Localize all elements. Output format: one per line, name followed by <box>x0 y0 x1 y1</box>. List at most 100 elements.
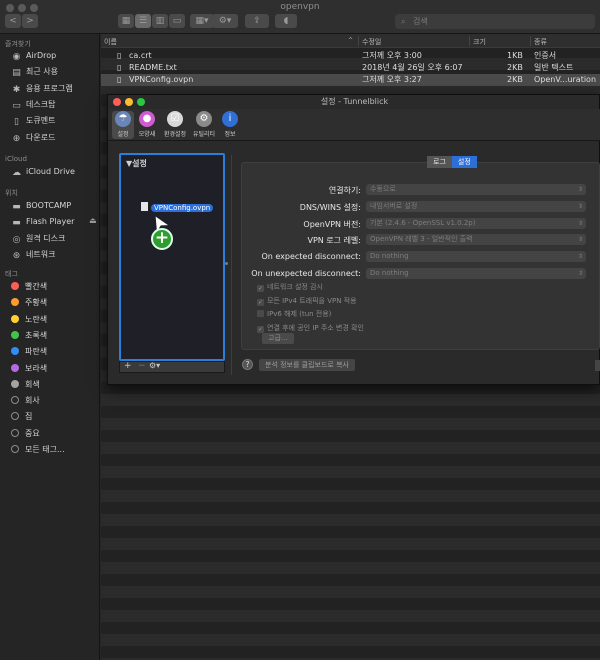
sidebar-item-label: 보라색 <box>25 363 48 373</box>
sidebar-item-location[interactable]: ⊛ 네트워크 <box>11 248 56 262</box>
sidebar-item-label: 최근 사용 <box>26 67 58 77</box>
search-field[interactable]: ⌕ 검색 <box>395 14 595 29</box>
checkmark-icon: ✓ <box>257 298 264 306</box>
file-row[interactable]: ▯ README.txt 2018년 4월 26일 오후 6:07 2KB 일반 텍스트 <box>101 62 600 74</box>
sidebar-item-location[interactable]: ▬ Flash Player <box>11 215 74 229</box>
sidebar-item-favorite[interactable]: ✱ 응용 프로그램 <box>11 82 73 96</box>
remove-configuration-button[interactable]: − <box>138 361 146 371</box>
setting-popup[interactable]: Do nothing ⇕ <box>366 251 586 263</box>
advanced-button[interactable]: 고급... <box>262 333 294 344</box>
back-button[interactable]: < <box>5 14 21 28</box>
configurations-list[interactable]: ▼설정 VPNConfig.ovpn <box>119 153 225 361</box>
dragged-config-file[interactable]: VPNConfig.ovpn <box>141 202 214 213</box>
appearance-icon: ● <box>139 111 155 127</box>
downloads-icon: ⊕ <box>12 133 21 144</box>
file-modified: 그저께 오후 3:00 <box>362 51 422 60</box>
action-button[interactable]: ⚙▾ <box>212 14 238 28</box>
sidebar-item-label: BOOTCAMP <box>26 201 72 210</box>
sidebar-item-label: iCloud Drive <box>26 167 75 176</box>
toolbar-info-button[interactable]: i 정보 <box>220 111 240 139</box>
sidebar-item-label: 중요 <box>25 428 40 438</box>
locations-header: 위치 <box>5 189 18 197</box>
setting-checkbox[interactable]: ✓ 네트워크 설정 감시 <box>257 282 323 293</box>
sidebar-item-label: 응용 프로그램 <box>26 83 73 93</box>
search-icon: ⌕ <box>401 17 406 26</box>
sidebar-item-tag[interactable]: 파란색 <box>11 345 47 359</box>
file-row[interactable]: ▯ VPNConfig.ovpn 그저께 오후 3:27 2KB OpenV...ura… <box>101 74 600 86</box>
setting-label: DNS/WINS 설정: <box>299 202 361 212</box>
sidebar-item-label: 빨간색 <box>25 282 48 291</box>
setting-popup[interactable]: 기본 (2.4.6 - OpenSSL v1.0.2p) ⇕ <box>366 217 586 229</box>
dragged-file-name: VPNConfig.ovpn <box>151 204 214 212</box>
file-row[interactable]: ▯ ca.crt 그저께 오후 3:00 1KB 인증서 <box>101 50 600 62</box>
sidebar-item-tag[interactable]: 회색 <box>11 378 40 392</box>
icon-view-button[interactable]: ▦ <box>118 14 134 28</box>
sidebar-item-tag[interactable]: 노란색 <box>11 313 47 327</box>
setting-checkbox[interactable]: ✓ 연결 후에 공인 IP 주소 변경 확인 <box>257 323 364 334</box>
network-icon: ⊛ <box>12 250 21 261</box>
checkbox-label: 네트워크 설정 감시 <box>267 283 323 291</box>
share-button[interactable]: ⇪ <box>245 14 269 28</box>
sidebar-item-favorite[interactable]: ⊕ 다운로드 <box>11 131 56 145</box>
tab-log[interactable]: 로그 <box>427 156 452 168</box>
sidebar-item-tag[interactable]: 중요 <box>11 427 40 441</box>
drive-icon: ▬ <box>12 218 21 229</box>
sidebar-item-favorite[interactable]: ▭ 데스크탑 <box>11 98 55 112</box>
tag-ring-icon <box>11 445 19 453</box>
configuration-gear-menu[interactable]: ⚙▾ <box>149 361 160 370</box>
toolbar-configurations-button[interactable]: ☂ 설정 <box>112 111 134 139</box>
setting-label: On expected disconnect: <box>261 252 361 262</box>
copy-diagnostic-info-button[interactable]: 분석 정보를 클립보드로 복사 <box>259 359 355 371</box>
sidebar-item-tag[interactable]: 모든 태그... <box>11 443 65 457</box>
setting-checkbox[interactable]: IPv6 해제 (tun 전용) <box>257 309 331 320</box>
eject-icon[interactable]: ⏏ <box>89 216 97 225</box>
column-size[interactable]: 크기 <box>473 37 486 47</box>
window-title: openvpn <box>280 2 320 12</box>
tunnelblick-title: 설정 - Tunnelblick <box>320 97 389 106</box>
sidebar-item-tag[interactable]: 주황색 <box>11 296 47 310</box>
grid-icon: ▦ <box>121 16 131 26</box>
setting-popup[interactable]: Do nothing ⇕ <box>366 268 586 279</box>
toolbar-utilities-button[interactable]: ⚙ 유틸리티 <box>190 111 218 139</box>
checkbox-label: IPv6 해제 (tun 전용) <box>267 310 332 318</box>
sidebar-item-favorite[interactable]: ◉ AirDrop <box>11 49 57 63</box>
empty-checkbox-icon <box>257 310 264 317</box>
tags-button[interactable]: ◖ <box>275 14 297 28</box>
info-icon: i <box>222 111 238 127</box>
gallery-view-button[interactable]: ▭ <box>169 14 185 28</box>
setting-popup[interactable]: 내임서버로 설정 ⇕ <box>366 200 586 212</box>
sidebar-item-favorite[interactable]: ▤ 최근 사용 <box>11 65 58 79</box>
sidebar-item-tag[interactable]: 보라색 <box>11 362 47 376</box>
sidebar-item-tag[interactable]: 회사 <box>11 394 40 408</box>
sidebar-item-location[interactable]: ▬ BOOTCAMP <box>11 199 71 213</box>
setting-popup[interactable]: OpenVPN 레벨 3 - 일반적인 출력 ⇕ <box>366 234 586 246</box>
sidebar-item-tag[interactable]: 초록색 <box>11 329 47 343</box>
file-kind: OpenV...uration <box>534 75 597 84</box>
sidebar-item-label: 네트워크 <box>26 249 56 259</box>
toolbar-preferences-button[interactable]: ☑ 환경설정 <box>161 111 189 139</box>
sidebar-item-location[interactable]: ◎ 원격 디스크 <box>11 232 66 246</box>
column-view-button[interactable]: ▥ <box>152 14 168 28</box>
toolbar-label: 정보 <box>224 131 236 138</box>
sidebar-item-favorite[interactable]: ▯ 도큐멘트 <box>11 114 55 128</box>
sidebar-item-icloud[interactable]: ☁ iCloud Drive <box>11 165 75 179</box>
toolbar-label: 모양새 <box>138 131 156 138</box>
sidebar-item-tag[interactable]: 빨간색 <box>11 280 47 294</box>
column-modified[interactable]: 수정일 <box>362 37 381 47</box>
toolbar-label: 설정 <box>117 131 129 138</box>
sidebar-item-tag[interactable]: 집 <box>11 410 32 424</box>
split-divider[interactable] <box>231 155 232 375</box>
favorites-header: 즐겨찾기 <box>5 40 31 48</box>
list-view-button[interactable]: ☰ <box>135 14 151 28</box>
column-name[interactable]: 이름 <box>104 37 117 47</box>
split-grip-icon[interactable] <box>225 262 228 265</box>
group-button[interactable]: ▦▾ <box>190 14 214 28</box>
toolbar-appearance-button[interactable]: ● 모양새 <box>135 111 159 139</box>
forward-button[interactable]: > <box>22 14 38 28</box>
tab-settings[interactable]: 설정 <box>451 156 477 168</box>
add-configuration-button[interactable]: + <box>124 361 132 371</box>
setting-checkbox[interactable]: ✓ 모든 IPv4 트래픽을 VPN 적용 <box>257 296 357 307</box>
help-icon[interactable]: ? <box>242 359 253 370</box>
column-kind[interactable]: 종류 <box>534 37 547 47</box>
setting-popup[interactable]: 수동으로 ⇕ <box>366 184 586 195</box>
